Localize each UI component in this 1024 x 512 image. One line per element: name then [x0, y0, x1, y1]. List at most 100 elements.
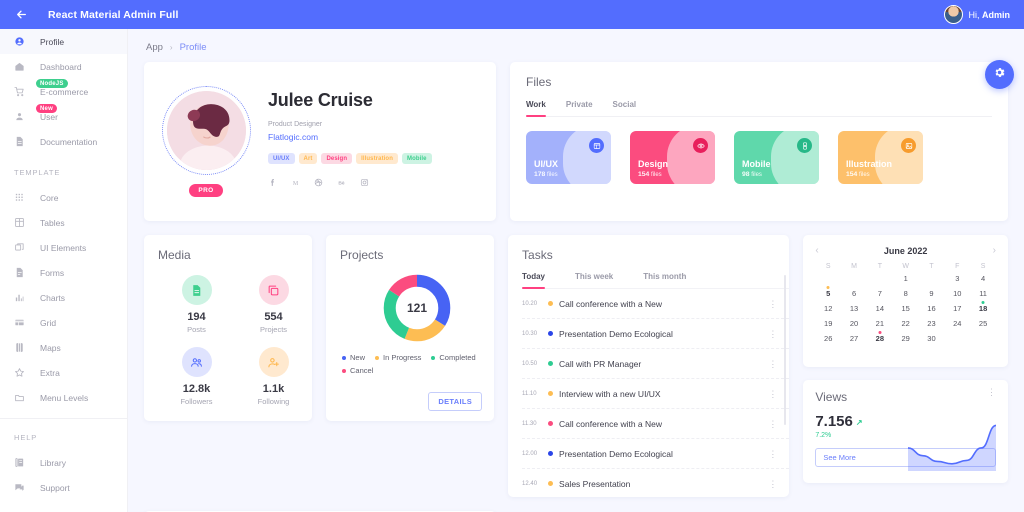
tasks-scrollbar[interactable]: [784, 275, 787, 425]
calendar-day[interactable]: 3: [944, 272, 970, 285]
breadcrumb-root[interactable]: App: [146, 42, 163, 53]
topbar-user-area[interactable]: Hi, Admin: [943, 5, 1015, 24]
calendar-day[interactable]: 28: [867, 331, 893, 345]
more-vertical-icon[interactable]: ⋮: [768, 479, 777, 488]
task-row[interactable]: 11.30 Call conference with a New ⋮: [522, 409, 790, 439]
chevron-right-icon[interactable]: ›: [993, 245, 996, 256]
profile-tag[interactable]: Illustration: [356, 153, 398, 164]
task-row[interactable]: 11.10 Interview with a new UI/UX ⋮: [522, 379, 790, 409]
legend-item: Completed: [431, 353, 476, 362]
sidebar-item-e-commerce[interactable]: E-commerce NodeJS: [0, 79, 127, 104]
profile-tag[interactable]: Design: [321, 153, 353, 164]
folder-card[interactable]: Mobile 98 files: [734, 131, 819, 184]
tab-social[interactable]: Social: [613, 100, 637, 116]
calendar-day[interactable]: 4: [970, 272, 996, 285]
sidebar-item-tables[interactable]: Tables: [0, 210, 127, 235]
task-row[interactable]: 10.20 Call conference with a New ⋮: [522, 289, 790, 319]
tab-work[interactable]: Work: [526, 100, 546, 117]
profile-tag[interactable]: Mobile: [401, 153, 432, 164]
folder-card[interactable]: UI/UX 178 files: [526, 131, 611, 184]
profile-tag[interactable]: Art: [298, 153, 318, 164]
more-vertical-icon[interactable]: ⋮: [768, 449, 777, 458]
tab-this-month[interactable]: This month: [643, 272, 686, 288]
more-vertical-icon[interactable]: ⋮: [768, 389, 777, 398]
sidebar-item-documentation[interactable]: Documentation: [0, 129, 127, 154]
dribbble-icon[interactable]: [314, 178, 323, 187]
calendar-day[interactable]: 1: [893, 272, 919, 285]
sidebar-item-maps[interactable]: Maps: [0, 335, 127, 360]
task-row[interactable]: 12.00 Presentation Demo Ecological ⋮: [522, 439, 790, 469]
more-vertical-icon[interactable]: ⋮: [768, 299, 777, 308]
calendar-day[interactable]: 25: [970, 317, 996, 330]
behance-icon[interactable]: Bē: [337, 178, 346, 187]
medium-icon[interactable]: M: [291, 178, 300, 187]
profile-website-link[interactable]: Flatlogic.com: [268, 132, 432, 142]
calendar-day[interactable]: 29: [893, 332, 919, 345]
calendar-day[interactable]: 30: [919, 332, 945, 345]
tab-today[interactable]: Today: [522, 272, 545, 289]
task-row[interactable]: 12.40 Sales Presentation ⋮: [522, 469, 789, 497]
calendar-day[interactable]: 21: [867, 317, 893, 330]
breadcrumb: App › Profile: [128, 29, 1024, 62]
calendar-day[interactable]: 19: [815, 317, 841, 330]
chevron-left-icon[interactable]: ‹: [815, 245, 818, 256]
media-stat: 194 Posts: [158, 275, 235, 334]
profile-avatar[interactable]: [166, 91, 246, 170]
calendar-day[interactable]: 26: [815, 332, 841, 345]
calendar-day[interactable]: 10: [944, 287, 970, 300]
task-title: Sales Presentation: [559, 478, 631, 489]
calendar-day[interactable]: 22: [893, 317, 919, 330]
calendar-day[interactable]: 9: [919, 287, 945, 300]
calendar-day[interactable]: 15: [893, 302, 919, 315]
sidebar-item-extra[interactable]: Extra: [0, 360, 127, 385]
sidebar-item-core[interactable]: Core: [0, 185, 127, 210]
calendar-day[interactable]: 12: [815, 302, 841, 315]
calendar-day[interactable]: 14: [867, 302, 893, 315]
more-vertical-icon[interactable]: ⋮: [987, 388, 996, 397]
calendar-day[interactable]: 11: [970, 287, 996, 300]
calendar-day[interactable]: 13: [841, 302, 867, 315]
sidebar-item-dashboard[interactable]: Dashboard: [0, 54, 127, 79]
settings-fab-button[interactable]: [985, 60, 1014, 89]
instagram-icon[interactable]: [360, 178, 369, 187]
sidebar-item-charts[interactable]: Charts: [0, 285, 127, 310]
facebook-icon[interactable]: [268, 178, 277, 187]
tab-private[interactable]: Private: [566, 100, 593, 116]
task-row[interactable]: 10.30 Presentation Demo Ecological ⋮: [522, 319, 790, 349]
calendar-day[interactable]: 6: [841, 287, 867, 300]
sidebar-item-library[interactable]: Library: [0, 450, 127, 475]
more-vertical-icon[interactable]: ⋮: [768, 329, 777, 338]
sidebar-item-profile[interactable]: Profile: [0, 29, 127, 54]
calendar-day[interactable]: 27: [841, 332, 867, 345]
sidebar-item-label: Forms: [40, 267, 65, 278]
calendar-day[interactable]: 5: [815, 286, 841, 300]
calendar-day[interactable]: 17: [944, 302, 970, 315]
calendar-day[interactable]: 20: [841, 317, 867, 330]
sidebar-item-label: User: [40, 111, 58, 122]
details-button[interactable]: DETAILS: [428, 392, 483, 411]
calendar-day-selected[interactable]: 2: [919, 272, 945, 285]
calendar-day[interactable]: 24: [944, 317, 970, 330]
calendar-day[interactable]: 8: [893, 287, 919, 300]
calendar-day[interactable]: 16: [919, 302, 945, 315]
more-vertical-icon[interactable]: ⋮: [768, 419, 777, 428]
profile-tag[interactable]: UI/UX: [268, 153, 295, 164]
sidebar-item-menu-levels[interactable]: Menu Levels: [0, 385, 127, 410]
sidebar-item-ui-elements[interactable]: UI Elements: [0, 235, 127, 260]
sidebar-item-forms[interactable]: Forms: [0, 260, 127, 285]
sidebar-item-grid[interactable]: Grid: [0, 310, 127, 335]
calendar-day[interactable]: 18: [970, 301, 996, 315]
arrow-left-icon[interactable]: [10, 4, 32, 26]
folder-card[interactable]: Illustration 154 files: [838, 131, 923, 184]
media-stat-value: 554: [264, 311, 283, 323]
calendar-day[interactable]: 23: [919, 317, 945, 330]
sidebar-item-support[interactable]: Support: [0, 475, 127, 500]
calendar-day[interactable]: 7: [867, 287, 893, 300]
task-row[interactable]: 10.50 Call with PR Manager ⋮: [522, 349, 790, 379]
media-stat-label: Posts: [187, 325, 206, 334]
folder-card[interactable]: Design 154 files: [630, 131, 715, 184]
tab-this-week[interactable]: This week: [575, 272, 613, 288]
avatar[interactable]: [943, 5, 963, 24]
sidebar-item-user[interactable]: User New: [0, 104, 127, 129]
more-vertical-icon[interactable]: ⋮: [768, 359, 777, 368]
